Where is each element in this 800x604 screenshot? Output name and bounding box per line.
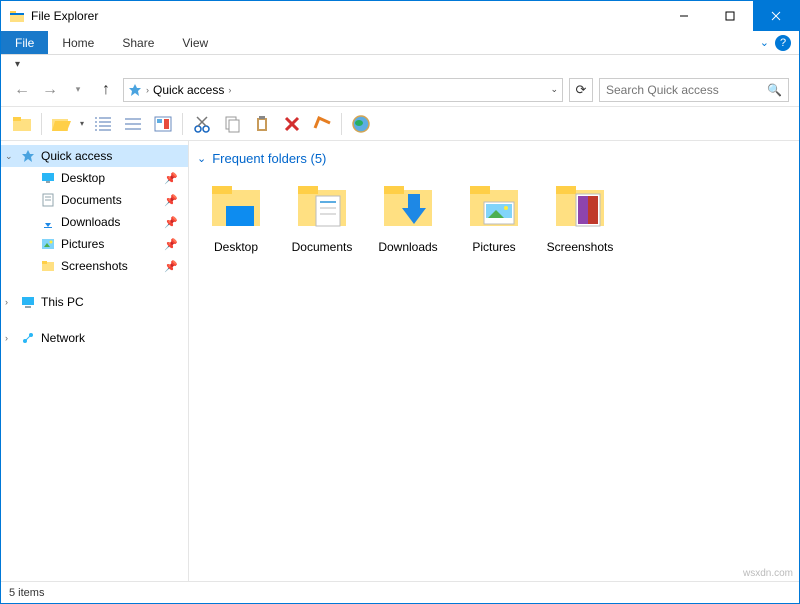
folder-label: Desktop <box>214 240 258 254</box>
download-icon <box>41 215 55 229</box>
folder-grid: Desktop Documents Downloads Pictures Scr… <box>193 174 795 274</box>
pin-icon: 📌 <box>164 194 178 207</box>
title-bar: File Explorer <box>1 1 799 31</box>
folder-documents[interactable]: Documents <box>279 174 365 274</box>
view-tab[interactable]: View <box>168 31 222 54</box>
up-button[interactable]: ↑ <box>95 79 117 101</box>
sidebar-item-this-pc[interactable]: › This PC <box>1 291 188 313</box>
breadcrumb-location[interactable]: Quick access <box>153 83 224 97</box>
new-folder-icon[interactable] <box>11 113 33 135</box>
folder-screenshots[interactable]: Screenshots <box>537 174 623 274</box>
sidebar-item-quick-access[interactable]: ⌄ Quick access <box>1 145 188 167</box>
copy-icon[interactable] <box>221 113 243 135</box>
sidebar-label: Screenshots <box>61 259 128 273</box>
folder-pictures[interactable]: Pictures <box>451 174 537 274</box>
search-box[interactable]: 🔍 <box>599 78 789 102</box>
sidebar-item-network[interactable]: › Network <box>1 327 188 349</box>
search-input[interactable] <box>606 83 782 97</box>
pin-icon: 📌 <box>164 238 178 251</box>
sidebar-item-desktop[interactable]: Desktop 📌 <box>1 167 188 189</box>
sidebar-item-downloads[interactable]: Downloads 📌 <box>1 211 188 233</box>
folder-label: Pictures <box>472 240 515 254</box>
rename-icon[interactable] <box>311 113 333 135</box>
help-icon[interactable]: ? <box>775 35 791 51</box>
folder-label: Downloads <box>378 240 437 254</box>
folder-desktop[interactable]: Desktop <box>193 174 279 274</box>
file-tab[interactable]: File <box>1 31 48 54</box>
qat-dropdown-icon[interactable]: ▾ <box>15 59 20 70</box>
preview-pane-icon[interactable] <box>152 113 174 135</box>
window-title: File Explorer <box>31 9 98 23</box>
recent-locations-icon[interactable]: ▾ <box>67 79 89 101</box>
share-tab[interactable]: Share <box>108 31 168 54</box>
expand-icon[interactable]: › <box>5 297 8 307</box>
list-view-icon[interactable] <box>122 113 144 135</box>
delete-icon[interactable] <box>281 113 303 135</box>
expand-icon[interactable]: ⌄ <box>5 151 13 162</box>
document-icon <box>41 193 55 207</box>
network-icon <box>21 331 35 345</box>
chevron-right-icon[interactable]: › <box>228 85 231 95</box>
command-toolbar: ▾ <box>1 107 799 141</box>
minimize-button[interactable] <box>661 1 707 31</box>
open-icon[interactable] <box>50 113 72 135</box>
home-tab[interactable]: Home <box>48 31 108 54</box>
star-icon <box>21 149 35 163</box>
group-header[interactable]: ⌄ Frequent folders (5) <box>193 149 795 174</box>
picture-icon <box>41 237 55 251</box>
address-bar[interactable]: › Quick access › ⌄ <box>123 78 563 102</box>
pin-icon: 📌 <box>164 260 178 273</box>
star-icon <box>128 83 142 97</box>
navigation-pane: ⌄ Quick access Desktop 📌 Documents 📌 Dow… <box>1 141 189 581</box>
paste-icon[interactable] <box>251 113 273 135</box>
chevron-down-icon: ⌄ <box>197 152 206 165</box>
expand-icon[interactable]: › <box>5 333 8 343</box>
sidebar-label: Network <box>41 331 85 345</box>
sidebar-label: Pictures <box>61 237 104 251</box>
open-dropdown-icon[interactable]: ▾ <box>80 119 84 128</box>
chevron-right-icon: › <box>146 85 149 95</box>
status-text: 5 items <box>9 587 44 599</box>
folder-downloads[interactable]: Downloads <box>365 174 451 274</box>
status-bar: 5 items <box>1 581 799 603</box>
sidebar-label: Downloads <box>61 215 120 229</box>
address-dropdown-icon[interactable]: ⌄ <box>550 84 558 95</box>
content-area: ⌄ Quick access Desktop 📌 Documents 📌 Dow… <box>1 141 799 581</box>
folder-label: Documents <box>292 240 353 254</box>
watermark: wsxdn.com <box>743 568 793 579</box>
expand-ribbon-icon[interactable]: ⌄ <box>760 36 769 49</box>
sidebar-item-pictures[interactable]: Pictures 📌 <box>1 233 188 255</box>
pin-icon: 📌 <box>164 216 178 229</box>
sidebar-label: Documents <box>61 193 122 207</box>
quick-access-toolbar: ▾ <box>1 55 799 73</box>
desktop-icon <box>41 171 55 185</box>
folder-icon <box>41 259 55 273</box>
globe-icon[interactable] <box>350 113 372 135</box>
pc-icon <box>21 295 35 309</box>
main-pane: ⌄ Frequent folders (5) Desktop Documents… <box>189 141 799 581</box>
sidebar-label: This PC <box>41 295 84 309</box>
app-icon <box>9 8 25 24</box>
navigation-bar: ← → ▾ ↑ › Quick access › ⌄ ⟳ 🔍 <box>1 73 799 107</box>
forward-button[interactable]: → <box>39 79 61 101</box>
refresh-button[interactable]: ⟳ <box>569 78 593 102</box>
search-icon: 🔍 <box>767 83 782 97</box>
pin-icon: 📌 <box>164 172 178 185</box>
close-button[interactable] <box>753 1 799 31</box>
folder-label: Screenshots <box>547 240 614 254</box>
sidebar-label: Desktop <box>61 171 105 185</box>
sidebar-label: Quick access <box>41 149 112 163</box>
back-button[interactable]: ← <box>11 79 33 101</box>
sidebar-item-documents[interactable]: Documents 📌 <box>1 189 188 211</box>
group-label: Frequent folders (5) <box>212 151 326 166</box>
maximize-button[interactable] <box>707 1 753 31</box>
cut-icon[interactable] <box>191 113 213 135</box>
sidebar-item-screenshots[interactable]: Screenshots 📌 <box>1 255 188 277</box>
details-view-icon[interactable] <box>92 113 114 135</box>
ribbon-tabs: File Home Share View ⌄ ? <box>1 31 799 55</box>
